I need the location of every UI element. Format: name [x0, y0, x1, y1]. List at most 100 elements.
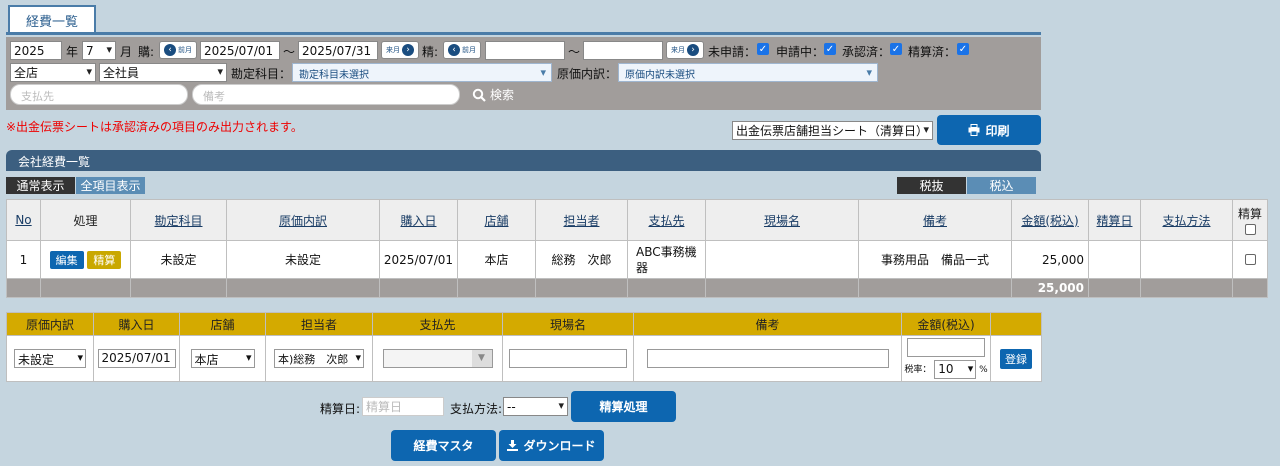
- next-month-label: 来月: [386, 46, 400, 54]
- header-action: 処理: [40, 199, 131, 241]
- expense-master-button[interactable]: 経費マスタ: [391, 430, 496, 461]
- reg-memo-input[interactable]: [646, 349, 889, 368]
- header-payee[interactable]: 支払先: [627, 199, 706, 241]
- settle-process-button[interactable]: 精算処理: [571, 391, 676, 422]
- reg-header-payee: 支払先: [372, 312, 503, 336]
- store-select[interactable]: 全店: [10, 63, 96, 82]
- percent-label: %: [979, 365, 988, 375]
- reg-payee-combo[interactable]: ▼: [382, 349, 493, 368]
- settle-button[interactable]: 精算: [87, 250, 122, 269]
- register-button[interactable]: 登録: [1000, 348, 1032, 369]
- search-icon: [472, 88, 486, 102]
- header-pay-method[interactable]: 支払方法: [1140, 199, 1233, 241]
- dropdown-arrow-icon: ▼: [471, 350, 492, 367]
- tilde: 〜: [568, 45, 581, 59]
- reg-header-action: [990, 312, 1042, 336]
- select-all-checkbox[interactable]: [1244, 224, 1256, 235]
- cell-cost-breakdown: 未設定: [226, 240, 380, 279]
- cell-payee: ABC事務機器: [627, 240, 706, 279]
- status-approved-checkbox[interactable]: ✓: [890, 43, 902, 55]
- header-purchase-date[interactable]: 購入日: [379, 199, 458, 241]
- header-site[interactable]: 現場名: [705, 199, 859, 241]
- prev-month-label: 前月: [462, 46, 476, 54]
- tab-tax-excluded[interactable]: 税抜: [897, 177, 966, 194]
- settle-next-month-button[interactable]: 来月 ›: [666, 41, 704, 59]
- reg-header-date: 購入日: [93, 312, 180, 336]
- reg-staff-select[interactable]: 本)総務 次郎: [274, 349, 364, 368]
- tax-rate-label: 税率：: [904, 365, 932, 375]
- month-select[interactable]: 7: [82, 41, 116, 60]
- total-amount: 25,000: [1011, 278, 1089, 298]
- status-unapplied-label: 未申請：: [708, 45, 757, 59]
- status-settled-checkbox[interactable]: ✓: [957, 43, 969, 55]
- reg-date-input[interactable]: 2025/07/01: [97, 349, 176, 368]
- search-button[interactable]: 検索: [472, 86, 514, 103]
- cost-breakdown-value: 原価内訳未選択: [625, 70, 695, 81]
- print-label: 印刷: [985, 123, 1010, 138]
- reg-cost-select[interactable]: 未設定: [14, 349, 86, 368]
- report-select-value: 出金伝票店舗担当シート（清算日）: [736, 124, 929, 138]
- date-from-input[interactable]: 2025/07/01: [200, 41, 280, 60]
- tab-underline: [6, 32, 1041, 35]
- header-staff[interactable]: 担当者: [535, 199, 628, 241]
- year-input[interactable]: 2025: [10, 41, 62, 60]
- tab-tax-included[interactable]: 税込: [967, 177, 1036, 194]
- status-unapplied-checkbox[interactable]: ✓: [757, 43, 769, 55]
- download-button[interactable]: ダウンロード: [499, 430, 604, 461]
- store-value: 全店: [14, 66, 39, 80]
- settle-date-label: 精:: [422, 45, 439, 59]
- download-icon: [507, 440, 519, 451]
- month-label: 月: [120, 45, 133, 59]
- report-select[interactable]: 出金伝票店舗担当シート（清算日）: [732, 121, 933, 140]
- cell-site: [705, 240, 859, 279]
- header-memo[interactable]: 備考: [858, 199, 1012, 241]
- settle-from-input[interactable]: [485, 41, 565, 60]
- date-to-input[interactable]: 2025/07/31: [298, 41, 378, 60]
- tilde: 〜: [283, 45, 296, 59]
- account-dropdown[interactable]: 勘定科目未選択: [292, 63, 552, 82]
- prev-month-button[interactable]: ‹ 前月: [159, 41, 197, 59]
- chevron-left-icon: ‹: [448, 44, 460, 56]
- table-row: 1 編集 精算 未設定 未設定 2025/07/01 本店 総務 次郎 ABC事…: [6, 240, 1268, 279]
- cell-pay-method: [1140, 240, 1233, 279]
- reg-amount-input[interactable]: [907, 338, 985, 357]
- cost-breakdown-dropdown[interactable]: 原価内訳未選択: [618, 63, 878, 82]
- section-title: 会社経費一覧: [6, 150, 1041, 171]
- reg-header-staff: 担当者: [265, 312, 373, 336]
- memo-search-input[interactable]: 備考: [192, 84, 460, 105]
- next-month-label: 来月: [671, 46, 685, 54]
- tax-rate-select[interactable]: 10: [934, 360, 977, 379]
- tab-normal-view[interactable]: 通常表示: [6, 177, 75, 194]
- status-applying-checkbox[interactable]: ✓: [824, 43, 836, 55]
- page-title-tab[interactable]: 経費一覧: [8, 5, 96, 34]
- status-approved-label: 承認済：: [842, 45, 891, 59]
- expense-table: No 処理 勘定科目 原価内訳 購入日 店舗 担当者 支払先 現場名 備考 金額…: [6, 199, 1268, 298]
- cell-staff: 総務 次郎: [535, 240, 628, 279]
- header-settle-date[interactable]: 精算日: [1088, 199, 1141, 241]
- pay-method-select[interactable]: --: [503, 397, 568, 416]
- next-month-button[interactable]: 来月 ›: [381, 41, 419, 59]
- header-no[interactable]: No: [6, 199, 41, 241]
- settle-date-input[interactable]: 精算日: [362, 397, 444, 416]
- reg-store-select[interactable]: 本店: [190, 349, 255, 368]
- cost-breakdown-label: 原価内訳：: [557, 67, 618, 81]
- tab-all-columns-view[interactable]: 全項目表示: [76, 177, 145, 194]
- reg-header-site: 現場名: [502, 312, 634, 336]
- header-cost-breakdown[interactable]: 原価内訳: [226, 199, 380, 241]
- reg-site-input[interactable]: [509, 349, 627, 368]
- print-button[interactable]: 印刷: [937, 115, 1041, 145]
- staff-select[interactable]: 全社員: [99, 63, 227, 82]
- cell-actions: 編集 精算: [40, 240, 131, 279]
- settle-prev-month-button[interactable]: ‹ 前月: [443, 41, 481, 59]
- header-store[interactable]: 店舗: [457, 199, 536, 241]
- edit-button[interactable]: 編集: [49, 250, 84, 269]
- settle-to-input[interactable]: [583, 41, 663, 60]
- header-amount[interactable]: 金額(税込): [1011, 199, 1089, 241]
- header-account[interactable]: 勘定科目: [130, 199, 227, 241]
- row-checkbox[interactable]: [1244, 254, 1256, 265]
- payee-search-input[interactable]: 支払先: [10, 84, 188, 105]
- account-label: 勘定科目：: [231, 67, 292, 81]
- settle-date-label: 精算日:: [320, 402, 361, 416]
- cell-account: 未設定: [130, 240, 227, 279]
- expense-master-label: 経費マスタ: [413, 439, 474, 453]
